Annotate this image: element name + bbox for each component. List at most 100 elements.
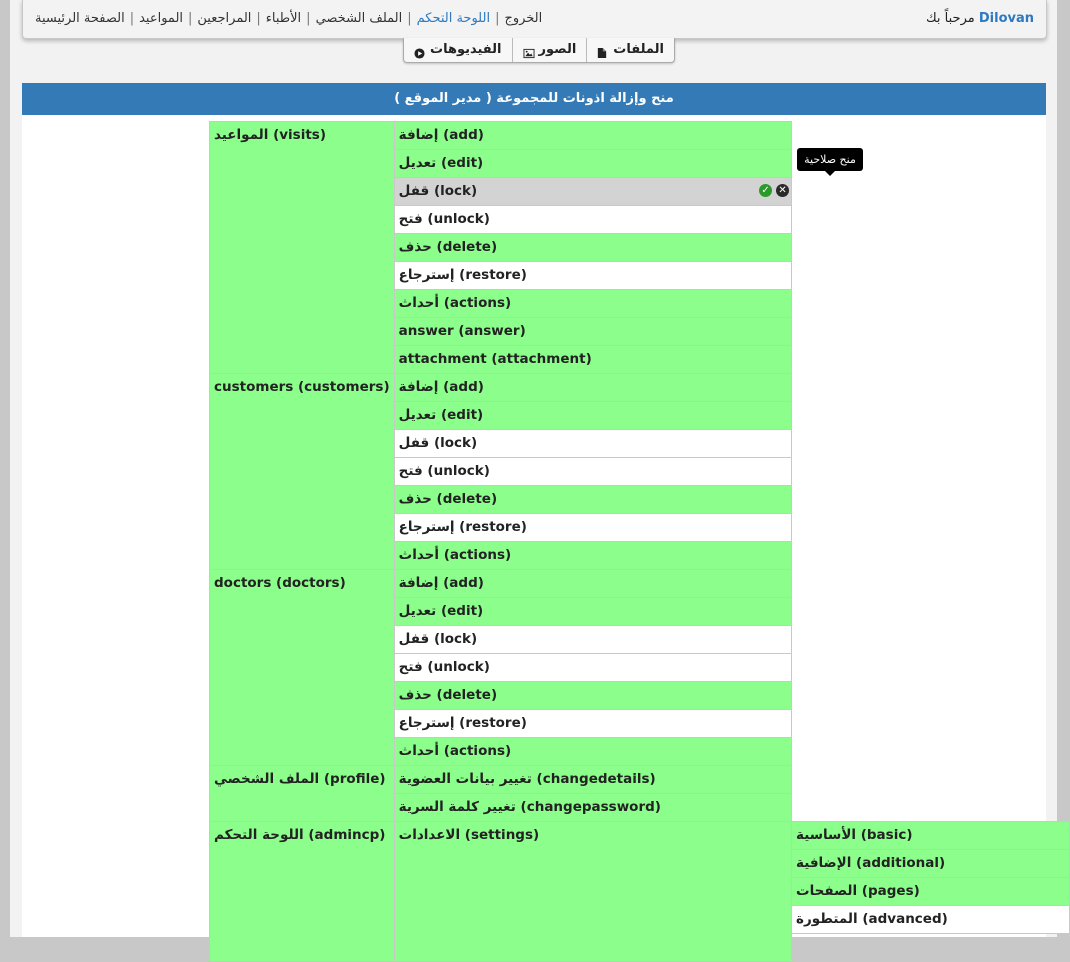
file-icon: [597, 45, 608, 58]
permission-cell[interactable]: تعديل (edit): [393, 149, 793, 178]
tab-files[interactable]: الملفات: [586, 38, 674, 62]
permission-label: إضافة (add): [398, 379, 484, 395]
permission-label: تعديل (edit): [398, 155, 484, 171]
permission-label: إضافة (add): [398, 575, 484, 591]
permission-label: فتح (unlock): [398, 211, 490, 227]
nav-separator: |: [306, 11, 311, 26]
permission-label: المتطورة (advanced): [796, 911, 948, 927]
permission-label: أحداث (actions): [398, 743, 512, 759]
permission-label: الصفحات (pages): [796, 883, 920, 899]
tab-label: الملفات: [613, 42, 664, 57]
nav-link[interactable]: الخروج: [504, 11, 542, 26]
permission-cell[interactable]: حذف (delete): [393, 233, 793, 262]
nav-link[interactable]: الملف الشخصي: [316, 11, 403, 26]
permission-cell[interactable]: إسترجاع (restore): [393, 261, 793, 290]
permission-cell[interactable]: إضافة (add): [393, 121, 793, 150]
permission-cell[interactable]: إسترجاع (restore): [393, 709, 793, 738]
permission-label: فتح (unlock): [398, 659, 490, 675]
permission-cell[interactable]: المتطورة (advanced): [791, 905, 1070, 934]
permission-label: تعديل (edit): [398, 407, 484, 423]
permission-cell[interactable]: الأساسية (basic): [791, 821, 1070, 850]
image-icon: [523, 45, 534, 58]
nav-link[interactable]: الصفحة الرئيسية: [35, 11, 125, 26]
nav-separator: |: [495, 11, 500, 26]
tab-label: الصور: [538, 42, 577, 57]
permission-cell[interactable]: تعديل (edit): [393, 401, 793, 430]
permission-label: إسترجاع (restore): [398, 519, 527, 535]
permission-label: تعديل (edit): [398, 603, 484, 619]
permission-cell[interactable]: فتح (unlock): [393, 653, 793, 682]
nav-link[interactable]: الأطباء: [266, 11, 301, 26]
nav-links: الخروج | اللوحة التحكم | الملف الشخصي | الأطبا…: [35, 11, 542, 26]
permission-cell[interactable]: أحداث (actions): [393, 541, 793, 570]
nav-separator: |: [407, 11, 412, 26]
table-row: المواعيد (visits) إضافة (add): [209, 121, 1070, 374]
group-name: customers (customers): [209, 373, 395, 570]
permission-label: قفل (lock): [398, 435, 478, 451]
group-name: اللوحة التحكم (admincp): [209, 821, 395, 962]
tab-images[interactable]: الصور: [511, 38, 587, 62]
permission-cell[interactable]: حذف (delete): [393, 485, 793, 514]
permission-cell[interactable]: [791, 933, 1070, 961]
nav-link[interactable]: اللوحة التحكم: [417, 11, 490, 26]
nav-link[interactable]: المراجعين: [197, 11, 251, 26]
permissions-table: المواعيد (visits) إضافة (add) تعديل (edit)…: [209, 121, 1070, 962]
table-row: اللوحة التحكم (admincp) الاعدادات (settin…: [209, 821, 1070, 962]
permission-label: تغيير بيانات العضوية (changedetails): [398, 771, 656, 787]
group-name: doctors (doctors): [209, 569, 395, 766]
permission-cell[interactable]: أحداث (actions): [393, 289, 793, 318]
media-tabs: الفيديوهات الصور الملفات: [403, 38, 675, 63]
permission-cell[interactable]: إضافة (add): [393, 569, 793, 598]
permission-label: قفل (lock): [398, 183, 478, 199]
subgroup-name: الاعدادات (settings): [393, 821, 793, 962]
tab-videos[interactable]: الفيديوهات: [404, 38, 512, 62]
permission-label: attachment (attachment): [398, 351, 592, 367]
revoke-x-icon[interactable]: ✕: [776, 184, 790, 197]
permission-cell[interactable]: قفل (lock): [393, 429, 793, 458]
permission-label: إسترجاع (restore): [398, 267, 527, 283]
table-row: الملف الشخصي (profile) تغيير بيانات العضو…: [209, 765, 1070, 822]
tooltip: منح صلاحية: [797, 148, 863, 176]
welcome-label: مرحباً بك: [925, 11, 975, 26]
permission-cell[interactable]: تغيير بيانات العضوية (changedetails): [393, 765, 793, 794]
permission-cell[interactable]: تغيير كلمة السرية (changepassword): [393, 793, 793, 822]
permission-cell[interactable]: إسترجاع (restore): [393, 513, 793, 542]
permission-cell[interactable]: إضافة (add): [393, 373, 793, 402]
permission-cell[interactable]: الإضافية (additional): [791, 849, 1070, 878]
username-link[interactable]: Dilovan: [979, 11, 1034, 26]
permission-label: أحداث (actions): [398, 547, 512, 563]
permission-cell[interactable]: الصفحات (pages): [791, 877, 1070, 906]
permission-cell[interactable]: قفل (lock): [393, 625, 793, 654]
permission-label: حذف (delete): [398, 239, 498, 255]
permission-cell[interactable]: فتح (unlock): [393, 457, 793, 486]
permission-cell[interactable]: حذف (delete): [393, 681, 793, 710]
permission-label: أحداث (actions): [398, 295, 512, 311]
table-row: customers (customers) إضافة (add): [209, 373, 1070, 570]
permission-cell[interactable]: أحداث (actions): [393, 737, 793, 766]
permission-label: تغيير كلمة السرية (changepassword): [398, 799, 661, 815]
nav-separator: |: [188, 11, 193, 26]
group-name: الملف الشخصي (profile): [209, 765, 395, 822]
nav-link[interactable]: المواعيد: [139, 11, 183, 26]
page-title: منح وإزالة اذونات للمجموعة ( مدير الموقع…: [22, 83, 1046, 115]
permission-label: answer (answer): [398, 323, 526, 339]
play-circle-icon: [414, 45, 425, 59]
permission-cell[interactable]: تعديل (edit): [393, 597, 793, 626]
nav-separator: |: [129, 11, 135, 26]
grant-check-icon[interactable]: ✓: [759, 184, 773, 197]
permission-label: إسترجاع (restore): [398, 715, 527, 731]
permission-controls: ✓ ✕: [759, 184, 790, 197]
permission-label: إضافة (add): [398, 127, 484, 143]
permission-cell[interactable]: answer (answer): [393, 317, 793, 346]
tab-label: الفيديوهات: [430, 42, 502, 57]
permission-label: الإضافية (additional): [796, 855, 946, 871]
permission-cell[interactable]: فتح (unlock): [393, 205, 793, 234]
nav-separator: |: [256, 11, 261, 26]
table-row: doctors (doctors) إضافة (add): [209, 569, 1070, 766]
welcome-text: مرحباً بك Dilovan: [926, 11, 1034, 26]
permission-label: حذف (delete): [398, 491, 498, 507]
permission-cell[interactable]: قفل (lock) ✓ ✕: [393, 177, 793, 206]
permission-cell[interactable]: attachment (attachment): [393, 345, 793, 374]
permission-label: الأساسية (basic): [796, 827, 913, 843]
top-navbar: الخروج | اللوحة التحكم | الملف الشخصي | الأطبا…: [22, 0, 1047, 39]
